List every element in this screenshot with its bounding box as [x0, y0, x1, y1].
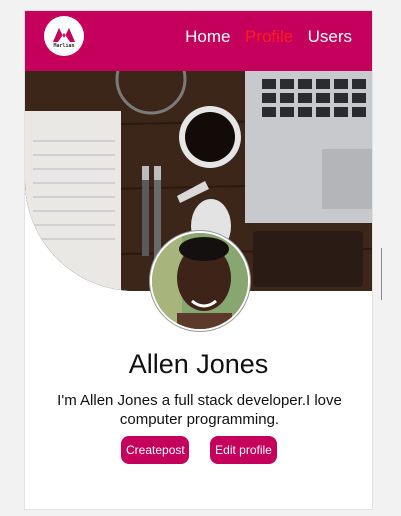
brand-logo[interactable]: Marlian: [44, 16, 84, 56]
scroll-grip-icon[interactable]: [381, 248, 386, 300]
create-post-button[interactable]: Createpost: [121, 436, 189, 464]
edit-profile-button[interactable]: Edit profile: [210, 436, 277, 464]
nav-users-link[interactable]: Users: [308, 27, 352, 46]
profile-name: Allen Jones: [128, 349, 269, 379]
navbar: Marlian Home Profile Users: [25, 11, 372, 71]
logo-wordmark: Marlian: [53, 43, 75, 49]
profile-card: Marlian Home Profile Users Allen Jones I…: [24, 10, 373, 510]
nav-home-link[interactable]: Home: [185, 27, 230, 46]
profile-photo-image: [152, 233, 248, 329]
logo-mark-icon: [53, 28, 75, 42]
nav-links: Home Profile Users: [175, 27, 352, 47]
profile-bio: I'm Allen Jones a full stack developer.I…: [57, 392, 342, 428]
nav-profile-link[interactable]: Profile: [245, 27, 293, 46]
avatar[interactable]: [150, 231, 250, 331]
